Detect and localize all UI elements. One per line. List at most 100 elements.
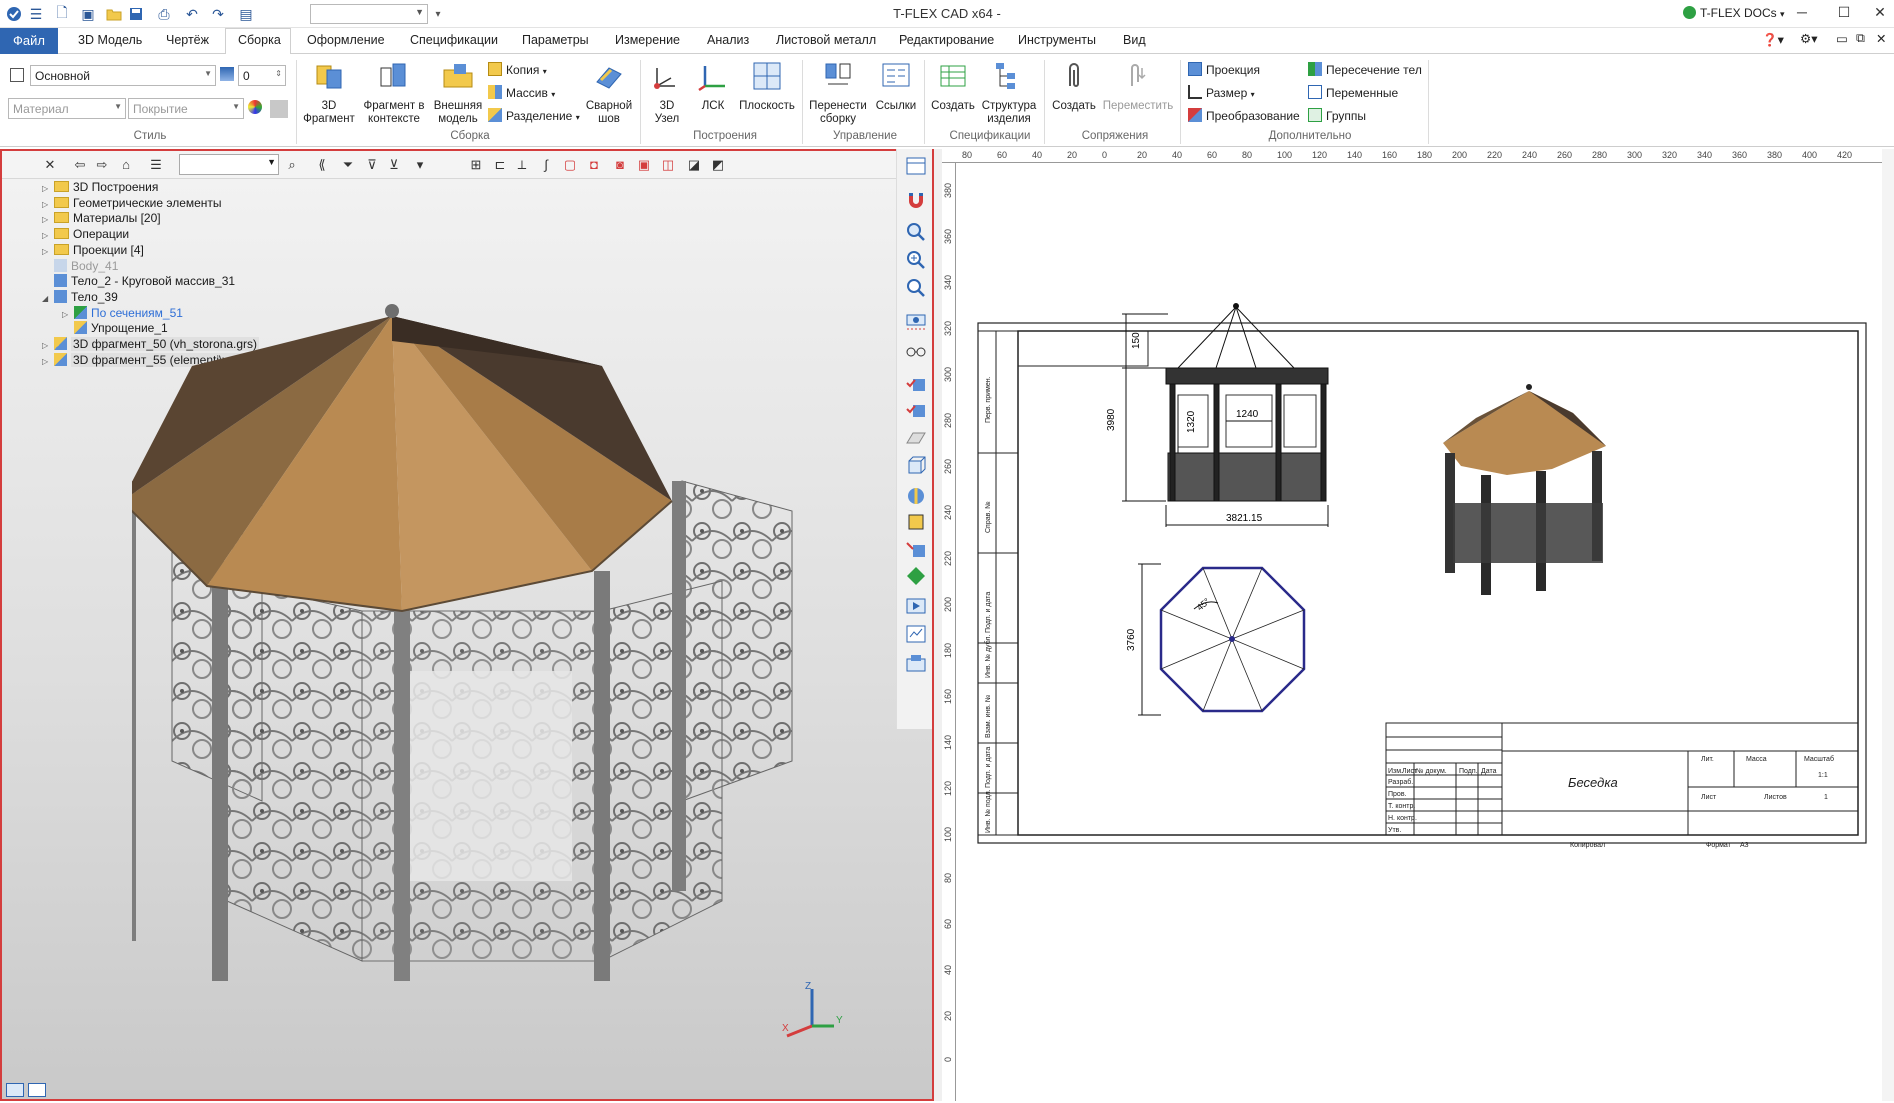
tree-search-input[interactable]: ▼: [179, 154, 279, 175]
color-swatch[interactable]: [270, 100, 292, 119]
coating-select[interactable]: Покрытие ▼: [128, 98, 244, 119]
tab-view[interactable]: Вид: [1123, 33, 1146, 47]
mate-move-button[interactable]: Переместить: [1100, 60, 1176, 113]
window-restore-icon[interactable]: ⧉: [1856, 31, 1865, 46]
edge-filter-icon[interactable]: ◙: [612, 157, 628, 173]
body-filter-icon[interactable]: ▢: [562, 157, 578, 173]
search-icon[interactable]: ⌕: [284, 157, 300, 173]
tree-item[interactable]: Body_41: [42, 258, 118, 275]
grid-icon[interactable]: ⊞: [468, 157, 484, 173]
groups-button[interactable]: Группы: [1308, 108, 1366, 123]
zoom-all-icon[interactable]: [905, 277, 927, 299]
sheet-view-icon[interactable]: [905, 623, 927, 645]
tab-design[interactable]: Оформление: [307, 33, 385, 47]
3d-node-button[interactable]: 3D Узел: [646, 60, 688, 126]
pane-splitter[interactable]: [934, 149, 942, 1101]
projection-button[interactable]: Проекция: [1188, 62, 1260, 77]
undo-icon[interactable]: ↶: [182, 4, 202, 24]
copy-button[interactable]: Копия ▾: [488, 62, 547, 77]
layer-number-spinner[interactable]: 0 ⇕: [238, 65, 286, 86]
material-select[interactable]: Материал ▼: [8, 98, 126, 119]
tree-item[interactable]: ▷ 3D Построения: [42, 179, 158, 196]
tree-item[interactable]: ▷ Материалы [20]: [42, 210, 161, 227]
close-button[interactable]: ✕: [1866, 4, 1894, 24]
view-sheet-icon[interactable]: [905, 155, 927, 177]
lsk-button[interactable]: ЛСК: [692, 60, 734, 113]
camera-icon[interactable]: [905, 309, 927, 331]
color-palette-icon[interactable]: [248, 100, 266, 115]
gazebo-3d-model[interactable]: [132, 241, 832, 981]
filter-select-icon[interactable]: ⊽: [364, 157, 380, 173]
view-tab-2d[interactable]: [28, 1083, 46, 1097]
solid-filter-icon[interactable]: ▣: [636, 157, 652, 173]
spec-create-button[interactable]: Создать: [928, 60, 978, 113]
window-close-icon[interactable]: ✕: [1876, 31, 1886, 46]
tree-expand-icon[interactable]: ▷: [42, 353, 54, 370]
tree-item[interactable]: ▷ Геометрические элементы: [42, 195, 222, 212]
tab-parameters[interactable]: Параметры: [522, 33, 589, 47]
collapse-icon[interactable]: ⟪: [314, 157, 330, 173]
tab-tools[interactable]: Инструменты: [1018, 33, 1096, 47]
print-icon[interactable]: ⎙: [154, 4, 174, 24]
close-tree-icon[interactable]: ✕: [42, 157, 58, 173]
transform-button[interactable]: Преобразование: [1188, 108, 1300, 123]
tab-3d-model[interactable]: 3D Модель: [78, 33, 142, 47]
tab-measurement[interactable]: Измерение: [615, 33, 680, 47]
2d-drawing-view[interactable]: 80 60 40 20 0 20 40 60 80 100 120 140 160 180 200 220 24…: [942, 149, 1894, 1101]
product-structure-button[interactable]: Структура изделия: [978, 60, 1040, 126]
tree-item[interactable]: ▷ Проекции [4]: [42, 242, 144, 259]
minimize-button[interactable]: ─: [1788, 4, 1816, 24]
back-icon[interactable]: ⇦: [72, 157, 88, 173]
docs-button[interactable]: T-FLEX DOCs ▾: [1683, 6, 1785, 20]
check-fragment-icon[interactable]: [905, 399, 927, 421]
window-layout-icon[interactable]: ▭: [1836, 31, 1848, 46]
forward-icon[interactable]: ⇨: [94, 157, 110, 173]
select-body-icon[interactable]: [905, 539, 927, 561]
vertex-filter-icon[interactable]: ◫: [660, 157, 676, 173]
menu-icon[interactable]: ☰: [26, 4, 46, 24]
weld-button[interactable]: Сварной шов: [582, 60, 636, 126]
sketch-icon[interactable]: ⊏: [492, 157, 508, 173]
filter-dim-icon[interactable]: ▾: [412, 157, 428, 173]
check-body-icon[interactable]: [905, 373, 927, 395]
tree-expand-icon[interactable]: ◢: [42, 290, 54, 307]
tree-item[interactable]: ◢ Тело_39: [42, 289, 118, 306]
face-filter-icon[interactable]: ◘: [586, 157, 602, 173]
glasses-icon[interactable]: [905, 341, 927, 363]
qa-customize-icon[interactable]: ▾: [428, 4, 448, 24]
zoom-in-icon[interactable]: [905, 249, 927, 271]
quick-access-combo[interactable]: ▼: [310, 4, 428, 24]
layer-select[interactable]: Основной ▼: [30, 65, 216, 86]
fragment-filter-icon[interactable]: ◪: [686, 157, 702, 173]
play-view-icon[interactable]: [905, 595, 927, 617]
green-diamond-icon[interactable]: [905, 565, 927, 587]
intersection-button[interactable]: Пересечение тел: [1308, 62, 1422, 77]
variables-button[interactable]: Переменные: [1308, 85, 1398, 100]
settings-gear-icon[interactable]: ⚙▾: [1800, 31, 1817, 46]
tab-assembly[interactable]: Сборка: [238, 33, 281, 47]
yellow-square-icon[interactable]: [905, 511, 927, 533]
tab-editing[interactable]: Редактирование: [899, 33, 994, 47]
split-button[interactable]: Разделение ▾: [488, 108, 580, 123]
tab-specifications[interactable]: Спецификации: [410, 33, 498, 47]
new-3d-icon[interactable]: ▣: [78, 4, 98, 24]
save-icon[interactable]: [126, 4, 146, 24]
render-view-icon[interactable]: [905, 653, 927, 675]
layers-stack-icon[interactable]: [220, 67, 238, 82]
component-filter-icon[interactable]: ◩: [710, 157, 726, 173]
cube-view-icon[interactable]: [905, 455, 927, 477]
zoom-window-icon[interactable]: [905, 221, 927, 243]
tab-file[interactable]: Файл: [0, 28, 58, 54]
curve-icon[interactable]: ∫: [538, 157, 554, 173]
view-tab-3d[interactable]: [6, 1083, 24, 1097]
size-button[interactable]: Размер ▾: [1188, 85, 1255, 100]
tab-drawing[interactable]: Чертёж: [166, 33, 209, 47]
plane-view-icon[interactable]: [905, 427, 927, 449]
vertical-scrollbar[interactable]: [1882, 149, 1894, 1101]
section-sphere-icon[interactable]: [905, 485, 927, 507]
axes-icon[interactable]: ⟂: [514, 157, 530, 173]
external-model-button[interactable]: Внешняя модель: [430, 60, 486, 126]
3d-fragment-button[interactable]: 3D Фрагмент: [302, 60, 356, 126]
tab-sheet-metal[interactable]: Листовой металл: [776, 33, 876, 47]
tab-analysis[interactable]: Анализ: [707, 33, 749, 47]
